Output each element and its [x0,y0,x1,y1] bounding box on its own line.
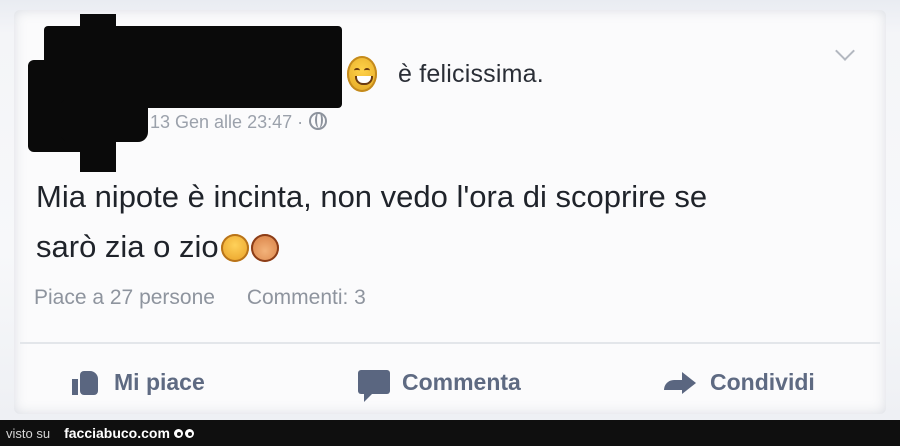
timestamp-text[interactable]: 13 Gen alle 23:47 · [150,112,303,132]
thumbs-up-icon [72,369,102,395]
share-label: Condividi [710,368,815,395]
screenshot-frame: è felicissima. 13 Gen alle 23:47 · Mia n… [0,0,900,420]
like-button[interactable]: Mi piace [72,360,205,404]
post-body-line: Mia nipote è incinta, non vedo l'ora di … [36,179,708,214]
feeling-status: è felicissima. [398,60,544,88]
face-icon [250,234,279,262]
post-body-line-text: sarò zia o zio [36,229,219,264]
post-body: Mia nipote è incinta, non vedo l'ora di … [36,172,826,272]
comment-bubble-icon [358,370,390,402]
post-stats: Piace a 27 persone Commenti: 3 [34,286,366,310]
grinning-face-icon [220,234,249,262]
share-arrow-icon [664,370,698,394]
divider [20,342,880,344]
redacted-avatar-block [60,98,148,142]
likes-count-link[interactable]: Piace a 27 persone [34,286,215,309]
footer-brand: facciabuco.com [64,425,170,441]
share-button[interactable]: Condividi [664,360,815,404]
watermark-footer: visto su facciabuco.com [0,420,900,446]
footer-prefix: visto su [6,425,51,441]
comments-count-link[interactable]: Commenti: 3 [247,286,366,309]
comment-button[interactable]: Commenta [358,360,521,404]
action-bar: Mi piace Commenta Condividi [0,360,900,404]
post-body-line: sarò zia o zio [36,222,826,272]
like-label: Mi piace [114,368,205,395]
grinning-face-icon [347,56,377,92]
post-timestamp[interactable]: 13 Gen alle 23:47 · [150,112,328,133]
comment-label: Commenta [402,368,521,395]
eyes-logo-icon [173,428,194,438]
globe-icon [309,112,328,130]
